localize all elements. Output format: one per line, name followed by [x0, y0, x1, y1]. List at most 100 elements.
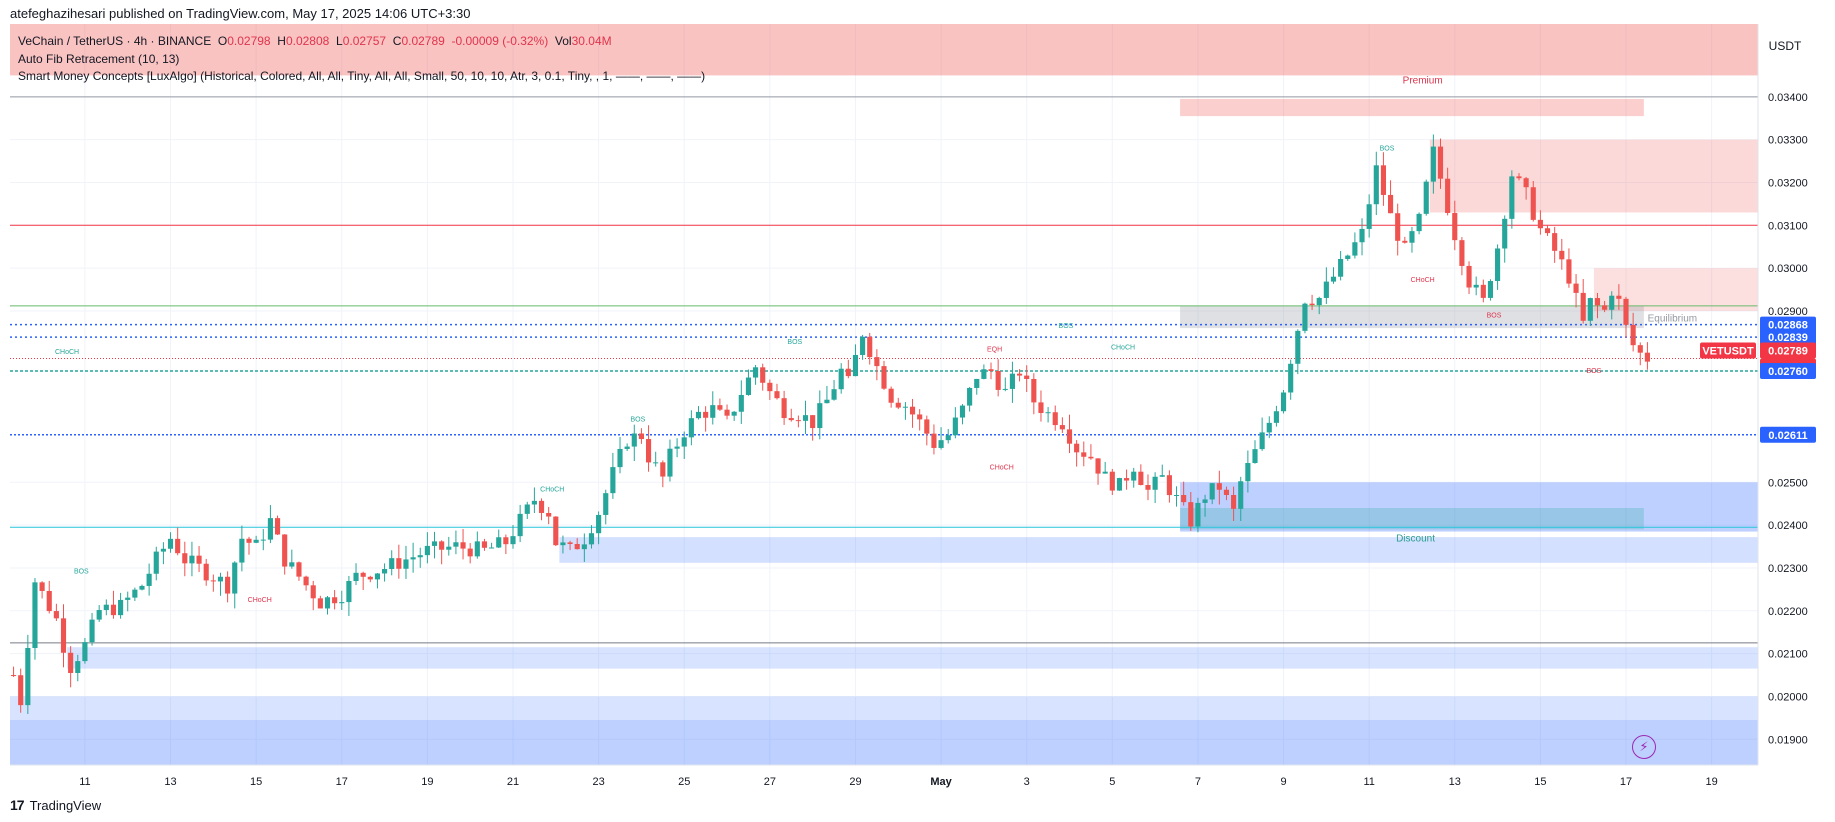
- candle-body: [1288, 363, 1294, 393]
- candle-body: [260, 539, 266, 541]
- candle-body: [767, 382, 773, 392]
- candle-body: [1466, 265, 1472, 288]
- currency-button[interactable]: USDT: [1762, 36, 1808, 56]
- low-label: L: [336, 34, 343, 48]
- candle-body: [332, 597, 338, 604]
- candle-body: [25, 648, 31, 706]
- candle-body: [382, 569, 388, 574]
- candle-body: [1366, 204, 1372, 229]
- candle-body: [1138, 471, 1144, 486]
- candle-body: [182, 553, 188, 564]
- candle-body: [1216, 483, 1222, 490]
- smc-zones: [10, 24, 1759, 765]
- candle-body: [617, 448, 623, 468]
- candle-body: [289, 562, 295, 567]
- candle-body: [196, 555, 202, 564]
- candle-body: [581, 544, 587, 550]
- price-tick-label: 0.03200: [1768, 177, 1808, 189]
- candle-body: [103, 604, 109, 610]
- candle-body: [439, 541, 445, 550]
- candle-body: [424, 545, 430, 556]
- time-tick-label: 21: [507, 776, 519, 788]
- time-tick-label: 25: [678, 776, 690, 788]
- candle-body: [453, 542, 459, 547]
- candle-body: [232, 562, 238, 594]
- candle-body: [339, 602, 345, 604]
- indicator-fib-legend[interactable]: Auto Fib Retracement (10, 13): [18, 52, 179, 66]
- candle-body: [1266, 422, 1272, 433]
- candle-body: [110, 604, 117, 616]
- candle-body: [132, 589, 138, 598]
- price-tick-label: 0.02400: [1768, 520, 1808, 532]
- candle-body: [1152, 476, 1158, 490]
- time-tick-label: 19: [1705, 776, 1717, 788]
- time-tick-label: 17: [336, 776, 348, 788]
- candle-body: [481, 541, 488, 548]
- candle-body: [753, 367, 759, 378]
- candle-body: [317, 598, 323, 609]
- candle-body: [346, 581, 352, 603]
- candle-body: [674, 446, 680, 449]
- candle-body: [210, 580, 216, 582]
- time-tick-label: 17: [1620, 776, 1632, 788]
- candle-body: [1074, 443, 1080, 453]
- candle-body: [1188, 502, 1194, 527]
- candle-body: [1009, 373, 1015, 389]
- price-axis[interactable]: 0.03400 0.03300 0.03200 0.03100 0.03000 0.029…: [1757, 24, 1808, 765]
- candle-body: [274, 518, 281, 535]
- candle-body: [367, 576, 373, 580]
- candle-body: [895, 402, 901, 408]
- price-chart[interactable]: Premium Equilibrium Discount BOS CHoCH CHoCH B…: [0, 0, 1835, 822]
- candle-body: [96, 609, 102, 620]
- candle-body: [653, 462, 659, 464]
- candle-body: [160, 548, 166, 552]
- candle-body: [60, 618, 67, 653]
- symbol-name[interactable]: VeChain / TetherUS · 4h · BINANCE: [18, 34, 211, 48]
- annotation-label: BOS: [1487, 312, 1502, 319]
- candle-body: [53, 611, 59, 619]
- zone-premium: [1180, 98, 1644, 117]
- time-tick-label: 7: [1195, 776, 1201, 788]
- symbol-legend[interactable]: VeChain / TetherUS · 4h · BINANCE O0.027…: [18, 34, 612, 48]
- time-axis[interactable]: 11 13 15 17 19 21 23 25 27 29 May 3 5 7 9 11 13 15 17 19: [10, 764, 1758, 788]
- candle-body: [1594, 298, 1601, 306]
- candle-body: [1131, 471, 1137, 481]
- time-tick-label: 29: [849, 776, 861, 788]
- candle-body: [667, 448, 673, 477]
- candle-body: [1487, 281, 1494, 298]
- annotation-label: CHoCH: [248, 597, 272, 604]
- candle-body: [1495, 248, 1501, 282]
- candle-body: [660, 462, 666, 477]
- price-tick-label: 0.03000: [1768, 263, 1808, 275]
- candle-body: [795, 420, 801, 422]
- price-tick-label: 0.02000: [1768, 691, 1808, 703]
- candle-body: [10, 675, 17, 677]
- price-tick-label: 0.02500: [1768, 477, 1808, 489]
- candle-body: [1166, 475, 1172, 496]
- candle-body: [1580, 292, 1586, 321]
- footer: 17 TradingView: [10, 797, 101, 813]
- candle-body: [1352, 242, 1358, 256]
- candle-body: [1559, 250, 1565, 260]
- annotation-label: CHoCH: [990, 464, 1014, 471]
- price-tick-label: 0.03100: [1768, 220, 1808, 232]
- low-value: 0.02757: [342, 34, 387, 48]
- candle-body: [802, 415, 809, 421]
- candle-body: [624, 446, 630, 449]
- indicator-smc-legend[interactable]: Smart Money Concepts [LuxAlgo] (Historic…: [18, 69, 705, 83]
- candle-body: [1116, 478, 1123, 491]
- annotation-label: BOS: [1059, 323, 1074, 330]
- zone-demand-4: [10, 696, 1758, 721]
- candle-body: [995, 370, 1001, 390]
- candle-body: [781, 398, 787, 419]
- candle-body: [717, 405, 723, 410]
- candle-body: [167, 538, 174, 549]
- candle-body: [68, 652, 74, 673]
- bolt-icon[interactable]: ⚡: [1632, 735, 1656, 759]
- zone-demand-2: [1180, 508, 1644, 530]
- candle-body: [217, 576, 224, 582]
- time-tick-label: 15: [1534, 776, 1546, 788]
- candle-body: [1509, 176, 1515, 219]
- price-tick-label: 0.02300: [1768, 563, 1808, 575]
- candle-body: [596, 514, 602, 534]
